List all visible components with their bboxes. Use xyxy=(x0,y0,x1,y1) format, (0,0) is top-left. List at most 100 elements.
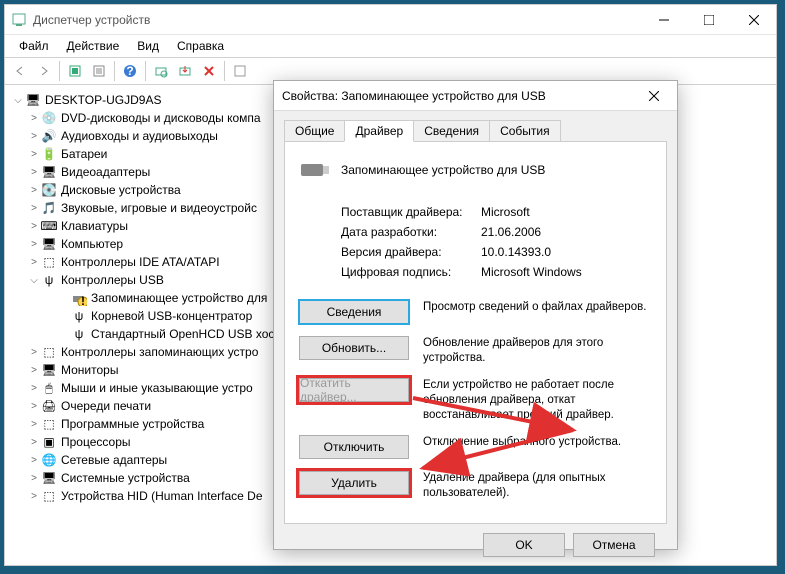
expander-icon[interactable]: > xyxy=(27,437,41,448)
window-controls xyxy=(641,5,776,34)
expander-icon[interactable]: > xyxy=(27,149,41,160)
tree-item-label: DVD-дисководы и дисководы компа xyxy=(61,111,261,125)
minimize-button[interactable] xyxy=(641,5,686,34)
driver-details-button[interactable]: Сведения xyxy=(299,300,409,324)
rollback-driver-button[interactable]: Откатить драйвер... xyxy=(299,378,409,402)
audio-icon: 🔊 xyxy=(41,128,57,144)
tree-item-label: Запоминающее устройство для xyxy=(91,291,267,305)
update-driver-button[interactable] xyxy=(174,60,196,82)
tree-item-label: Видеоадаптеры xyxy=(61,165,150,179)
close-button[interactable] xyxy=(731,5,776,34)
svg-text:?: ? xyxy=(126,64,133,78)
tabs: Общие Драйвер Сведения События xyxy=(284,120,667,142)
uninstall-desc: Удаление драйвера (для опытных пользоват… xyxy=(423,471,652,501)
disable-desc: Отключение выбранного устройства. xyxy=(423,435,652,450)
device-header: Запоминающее устройство для USB xyxy=(299,156,652,184)
usb_item-icon: ! xyxy=(71,290,87,306)
usb-icon: ψ xyxy=(41,272,57,288)
tree-item-label: Компьютер xyxy=(61,237,123,251)
properties-button[interactable] xyxy=(88,60,110,82)
network-icon: 🌐 xyxy=(41,452,57,468)
menu-file[interactable]: Файл xyxy=(11,37,57,55)
menu-view[interactable]: Вид xyxy=(129,37,167,55)
tree-item-label: Мониторы xyxy=(61,363,118,377)
mouse-icon: 🖱 xyxy=(41,380,57,396)
expander-icon[interactable]: > xyxy=(27,131,41,142)
usb_item-icon: ψ xyxy=(71,326,87,342)
svg-text:!: ! xyxy=(81,294,85,306)
tree-item-label: Контроллеры запоминающих устро xyxy=(61,345,258,359)
disable-button[interactable]: Отключить xyxy=(299,435,409,459)
menubar: Файл Действие Вид Справка xyxy=(5,35,776,57)
tab-panel-driver: Запоминающее устройство для USB Поставщи… xyxy=(284,141,667,524)
back-button[interactable] xyxy=(9,60,31,82)
ide-icon: ⬚ xyxy=(41,254,57,270)
rollback-driver-desc: Если устройство не работает после обновл… xyxy=(423,378,652,423)
ok-button[interactable]: OK xyxy=(483,533,565,557)
sound-icon: 🎵 xyxy=(41,200,57,216)
tree-item-label: Стандартный OpenHCD USB хост xyxy=(91,327,280,341)
help-button[interactable]: ? xyxy=(119,60,141,82)
expander-icon[interactable]: > xyxy=(27,383,41,394)
app-icon xyxy=(11,12,27,28)
uninstall-button[interactable]: Удалить xyxy=(299,471,409,495)
expander-icon[interactable]: > xyxy=(27,365,41,376)
expander-icon[interactable]: ⌵ xyxy=(27,275,41,286)
action-button[interactable] xyxy=(229,60,251,82)
expander-icon[interactable]: > xyxy=(27,167,41,178)
tree-item-label: DESKTOP-UGJD9AS xyxy=(45,93,161,107)
expander-icon[interactable]: > xyxy=(27,185,41,196)
usb-drive-icon xyxy=(299,156,331,184)
dialog-titlebar: Свойства: Запоминающее устройство для US… xyxy=(274,81,677,111)
expander-icon[interactable]: > xyxy=(27,491,41,502)
tree-item-label: Устройства HID (Human Interface De xyxy=(61,489,263,503)
tree-item-label: Программные устройства xyxy=(61,417,204,431)
keyboard-icon: ⌨ xyxy=(41,218,57,234)
tree-item-label: Дисковые устройства xyxy=(61,183,181,197)
tree-item-label: Контроллеры USB xyxy=(61,273,164,287)
tab-events[interactable]: События xyxy=(489,120,561,142)
tree-item-label: Батареи xyxy=(61,147,107,161)
dialog-close-button[interactable] xyxy=(639,81,669,111)
expander-icon[interactable]: > xyxy=(27,401,41,412)
tab-details[interactable]: Сведения xyxy=(413,120,490,142)
forward-button[interactable] xyxy=(33,60,55,82)
expander-icon[interactable]: > xyxy=(27,473,41,484)
uninstall-button[interactable] xyxy=(198,60,220,82)
video-icon: 🖥 xyxy=(41,164,57,180)
monitor-icon: 🖥 xyxy=(41,362,57,378)
maximize-button[interactable] xyxy=(686,5,731,34)
expander-icon[interactable]: > xyxy=(27,203,41,214)
software-icon: ⬚ xyxy=(41,416,57,432)
cancel-button[interactable]: Отмена xyxy=(573,533,655,557)
expander-icon[interactable]: > xyxy=(27,257,41,268)
update-driver-desc: Обновление драйверов для этого устройств… xyxy=(423,336,652,366)
driver-details-desc: Просмотр сведений о файлах драйверов. xyxy=(423,300,652,315)
tab-general[interactable]: Общие xyxy=(284,120,345,142)
menu-action[interactable]: Действие xyxy=(59,37,128,55)
dialog-body: Общие Драйвер Сведения События Запоминаю… xyxy=(274,111,677,566)
expander-icon[interactable]: ⌵ xyxy=(11,95,25,106)
tree-item-label: Системные устройства xyxy=(61,471,190,485)
battery-icon: 🔋 xyxy=(41,146,57,162)
expander-icon[interactable]: > xyxy=(27,347,41,358)
menu-help[interactable]: Справка xyxy=(169,37,232,55)
version-label: Версия драйвера: xyxy=(341,245,481,259)
dvd-icon: 💿 xyxy=(41,110,57,126)
expander-icon[interactable]: > xyxy=(27,455,41,466)
show-hidden-button[interactable] xyxy=(64,60,86,82)
scan-hardware-button[interactable] xyxy=(150,60,172,82)
system-icon: 🖥 xyxy=(41,470,57,486)
expander-icon[interactable]: > xyxy=(27,419,41,430)
device-name: Запоминающее устройство для USB xyxy=(341,163,545,177)
window-title: Диспетчер устройств xyxy=(33,13,641,27)
expander-icon[interactable]: > xyxy=(27,221,41,232)
update-driver-button[interactable]: Обновить... xyxy=(299,336,409,360)
tree-item-label: Процессоры xyxy=(61,435,131,449)
expander-icon[interactable]: > xyxy=(27,239,41,250)
dialog-title: Свойства: Запоминающее устройство для US… xyxy=(282,89,639,103)
tree-item-label: Клавиатуры xyxy=(61,219,128,233)
tab-driver[interactable]: Драйвер xyxy=(344,120,414,142)
tree-item-label: Звуковые, игровые и видеоустройс xyxy=(61,201,257,215)
expander-icon[interactable]: > xyxy=(27,113,41,124)
